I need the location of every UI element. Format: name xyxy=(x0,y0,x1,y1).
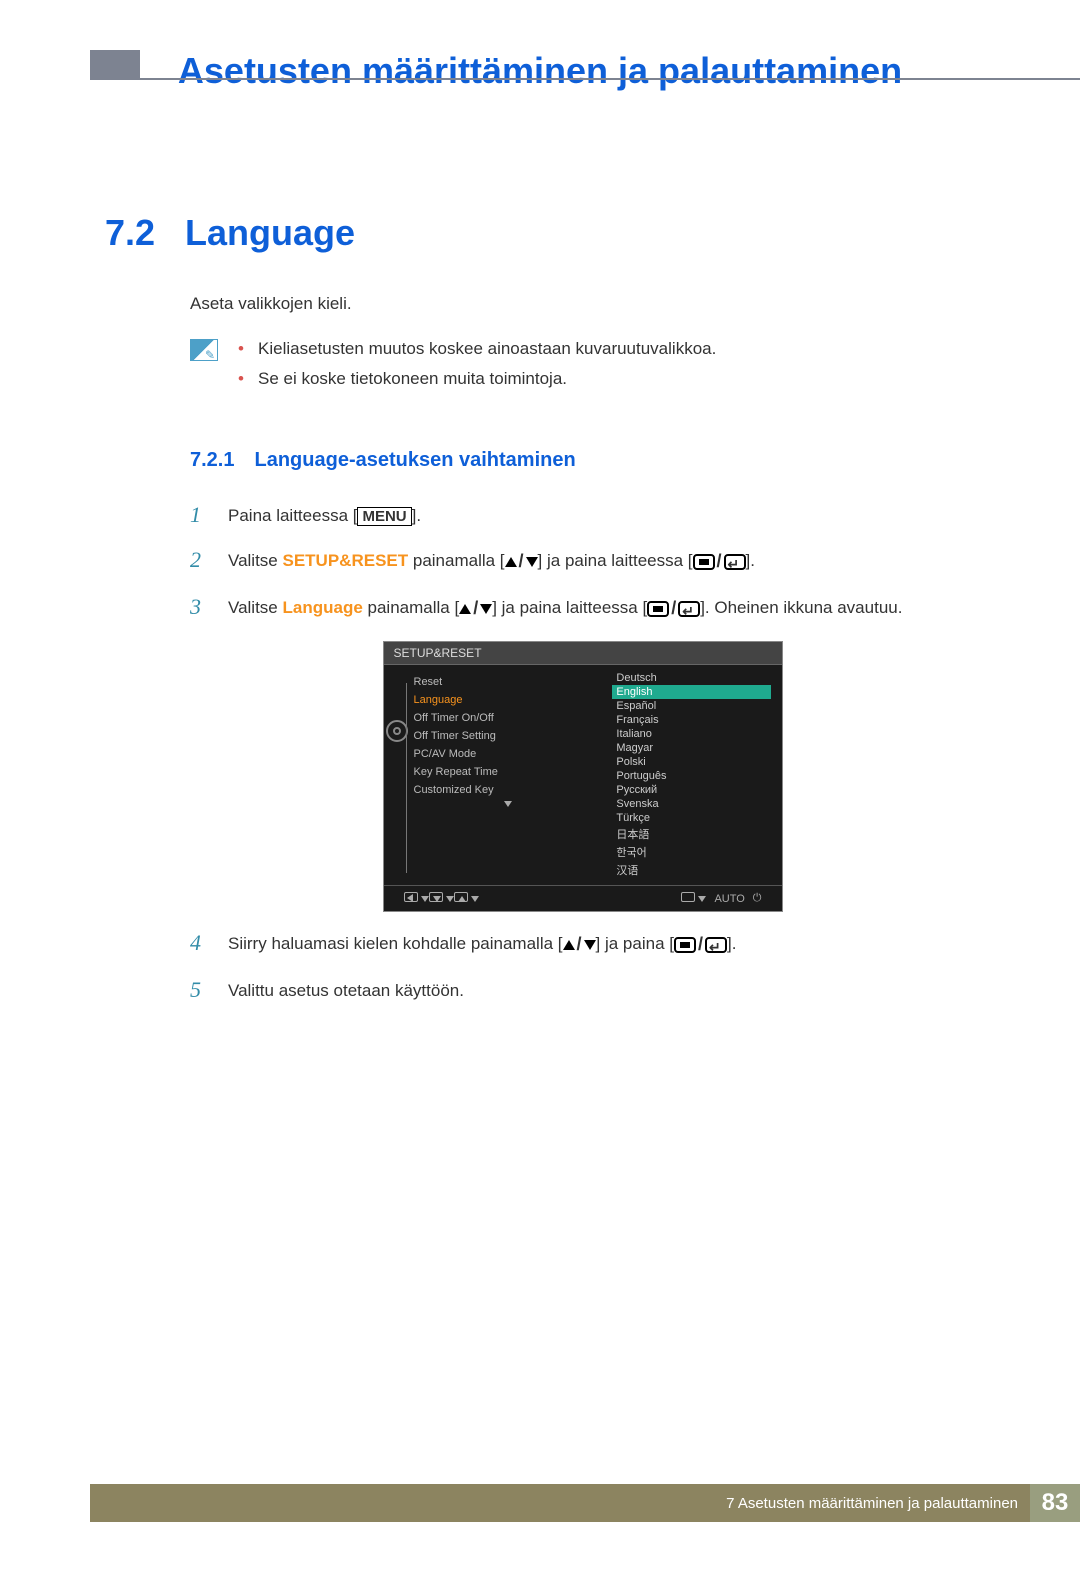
lang-option-selected: English xyxy=(612,685,771,699)
power-icon: ⏻ xyxy=(753,892,762,905)
osd-item-selected: Language xyxy=(414,691,603,709)
text-fragment: ]. xyxy=(727,934,736,953)
text-fragment: ]. Oheinen ikkuna avautuu. xyxy=(700,598,902,617)
highlight-term: Language xyxy=(283,598,363,617)
step-1: 1 Paina laitteessa [MENU]. xyxy=(190,502,975,529)
header-rule xyxy=(90,78,1080,80)
nav-down-icon xyxy=(429,892,454,905)
step-text: Siirry haluamasi kielen kohdalle painama… xyxy=(228,930,736,959)
lang-option: Português xyxy=(612,769,771,783)
footer-bar: 7 Asetusten määrittäminen ja palauttamin… xyxy=(90,1484,1080,1522)
lang-option: Español xyxy=(612,699,771,713)
lang-option: Français xyxy=(612,713,771,727)
screen-enter-icon: / xyxy=(647,594,700,623)
subsection-number: 7.2.1 xyxy=(190,449,234,472)
osd-item: Key Repeat Time xyxy=(414,763,603,781)
step-text: Valittu asetus otetaan käyttöön. xyxy=(228,977,464,1004)
up-down-icon: / xyxy=(505,547,538,576)
lang-option: Magyar xyxy=(612,741,771,755)
step-list: 1 Paina laitteessa [MENU]. 2 Valitse SET… xyxy=(190,502,975,1004)
lang-option: Deutsch xyxy=(612,671,771,685)
step-text: Valitse Language painamalla [/] ja paina… xyxy=(228,594,902,623)
osd-item: Customized Key xyxy=(414,781,603,799)
menu-button-label: MENU xyxy=(357,507,411,526)
step-4: 4 Siirry haluamasi kielen kohdalle paina… xyxy=(190,930,975,959)
text-fragment: Valitse xyxy=(228,551,283,570)
tree-line xyxy=(406,683,416,873)
text-fragment: ]. xyxy=(412,506,421,525)
page-number: 83 xyxy=(1030,1484,1080,1522)
step-5: 5 Valittu asetus otetaan käyttöön. xyxy=(190,977,975,1004)
chevron-down-icon xyxy=(414,799,603,810)
osd-bottom-bar: AUTO ⏻ xyxy=(384,885,782,911)
lang-option: Polski xyxy=(612,755,771,769)
step-number: 4 xyxy=(190,930,208,956)
nav-up-icon xyxy=(454,892,479,905)
step-text: Valitse SETUP&RESET painamalla [/] ja pa… xyxy=(228,547,755,576)
header-tab xyxy=(90,50,140,78)
step-3: 3 Valitse Language painamalla [/] ja pai… xyxy=(190,594,975,623)
text-fragment: ]. xyxy=(746,551,755,570)
osd-item: Reset xyxy=(414,673,603,691)
text-fragment: ] ja paina laitteessa [ xyxy=(492,598,647,617)
text-fragment: Siirry haluamasi kielen kohdalle painama… xyxy=(228,934,563,953)
step-number: 1 xyxy=(190,502,208,528)
osd-left-panel: Reset Language Off Timer On/Off Off Time… xyxy=(384,665,603,885)
subsection-title: Language-asetuksen vaihtaminen xyxy=(254,449,575,472)
text-fragment: ] ja paina laitteessa [ xyxy=(538,551,693,570)
gear-icon xyxy=(386,720,408,742)
page-title: Asetusten määrittäminen ja palauttaminen xyxy=(0,50,1080,92)
lang-option: Русский xyxy=(612,783,771,797)
osd-title: SETUP&RESET xyxy=(384,642,782,665)
osd-body: Reset Language Off Timer On/Off Off Time… xyxy=(384,665,782,885)
text-fragment: Valitse xyxy=(228,598,283,617)
highlight-term: SETUP&RESET xyxy=(283,551,409,570)
step-number: 5 xyxy=(190,977,208,1003)
footer-text: 7 Asetusten määrittäminen ja palauttamin… xyxy=(726,1495,1018,1512)
nav-left-icon xyxy=(404,892,429,905)
osd-item: Off Timer On/Off xyxy=(414,709,603,727)
content-area: 7.2 Language Aseta valikkojen kieli. Kie… xyxy=(0,92,1080,1004)
screen-enter-icon: / xyxy=(693,547,746,576)
osd-language-list: Deutsch English Español Français Italian… xyxy=(602,665,781,885)
osd-screenshot: SETUP&RESET Reset Language Off Timer On/… xyxy=(383,641,783,912)
section-intro: Aseta valikkojen kieli. xyxy=(190,294,975,314)
osd-item: Off Timer Setting xyxy=(414,727,603,745)
step-number: 2 xyxy=(190,547,208,573)
section-heading-row: 7.2 Language xyxy=(105,212,975,254)
text-fragment: painamalla [ xyxy=(408,551,504,570)
text-fragment: ] ja paina [ xyxy=(596,934,674,953)
section-title: Language xyxy=(185,212,355,254)
lang-option: Italiano xyxy=(612,727,771,741)
text-fragment: painamalla [ xyxy=(363,598,459,617)
step-text: Paina laitteessa [MENU]. xyxy=(228,502,421,529)
note-icon xyxy=(190,339,218,361)
enter-icon xyxy=(681,892,706,905)
auto-label: AUTO xyxy=(714,893,744,905)
lang-option: 日本語 xyxy=(612,825,771,843)
step-2: 2 Valitse SETUP&RESET painamalla [/] ja … xyxy=(190,547,975,576)
lang-option: Svenska xyxy=(612,797,771,811)
lang-option: Türkçe xyxy=(612,811,771,825)
osd-item: PC/AV Mode xyxy=(414,745,603,763)
text-fragment: Paina laitteessa [ xyxy=(228,506,357,525)
step-number: 3 xyxy=(190,594,208,620)
section-number: 7.2 xyxy=(105,212,155,254)
note-block: Kieliasetusten muutos koskee ainoastaan … xyxy=(190,339,975,399)
note-item: Kieliasetusten muutos koskee ainoastaan … xyxy=(238,339,716,359)
note-item: Se ei koske tietokoneen muita toimintoja… xyxy=(238,369,716,389)
note-list: Kieliasetusten muutos koskee ainoastaan … xyxy=(238,339,716,399)
up-down-icon: / xyxy=(563,930,596,959)
subsection-heading-row: 7.2.1 Language-asetuksen vaihtaminen xyxy=(190,449,975,472)
lang-option: 汉语 xyxy=(612,861,771,879)
lang-option: 한국어 xyxy=(612,843,771,861)
screen-enter-icon: / xyxy=(674,930,727,959)
up-down-icon: / xyxy=(459,594,492,623)
